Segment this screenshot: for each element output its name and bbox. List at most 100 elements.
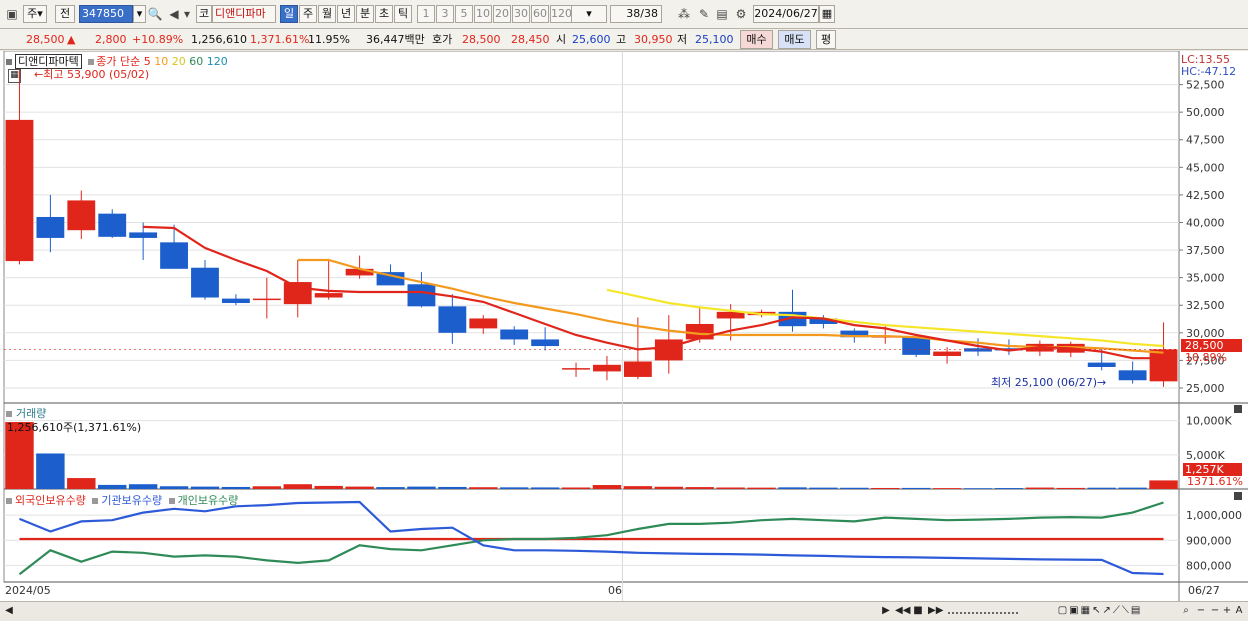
volume-bar <box>994 488 1024 489</box>
prev-button[interactable]: 전 <box>55 5 75 23</box>
eval-button[interactable]: 평 <box>816 30 836 49</box>
legend-ma60[interactable]: 60 <box>189 55 203 68</box>
holdings-marker-icon <box>168 498 175 504</box>
sell-button[interactable]: 매도 <box>778 30 811 49</box>
gear-icon[interactable]: ⚙ <box>733 5 749 23</box>
legend-ma20[interactable]: 20 <box>172 55 186 68</box>
minus-icon[interactable]: − <box>1210 604 1220 619</box>
scroll-left-icon[interactable]: ◀ <box>4 604 14 619</box>
turnover: 11.95% <box>308 33 350 46</box>
low-label: 저 <box>677 33 688 46</box>
count-display[interactable]: 38/38 <box>610 5 662 23</box>
hc-value: HC:-47.12 <box>1181 65 1237 78</box>
interval-button-7[interactable]: 120 <box>550 5 572 23</box>
drawing-tools[interactable]: ▢▣▦↖↗⟋⟍▤ <box>1025 604 1175 619</box>
candle-body <box>933 351 962 356</box>
price-tick-label: 42,500 <box>1186 189 1225 202</box>
bid-price-1: 28,500 <box>462 33 501 46</box>
volume-bar <box>407 486 436 489</box>
zoom-slider[interactable] <box>948 604 1018 614</box>
rewind-icon[interactable]: ◀◀ <box>895 604 910 619</box>
chart-area[interactable]: 52,500 50,000 47,500 45,000 42,500 40,000 37,5… <box>0 50 1248 601</box>
zoom-out-icon[interactable]: − <box>1196 604 1206 619</box>
max-price-text: 최고 53,900 (05/02) <box>43 68 150 81</box>
volume-bar <box>871 487 900 489</box>
candle-body <box>500 329 529 340</box>
date-axis-mid: 06 <box>608 584 622 597</box>
draw-tool-icon[interactable]: ✎ <box>696 5 712 23</box>
candle-body <box>1118 370 1147 381</box>
volume-bar <box>283 484 312 489</box>
unit-select[interactable]: ▾ <box>571 5 607 23</box>
volume-bar <box>716 487 745 489</box>
close-volume-pane-icon[interactable] <box>1234 405 1242 413</box>
timeframe-button-5[interactable]: 초 <box>375 5 393 23</box>
volume-bar <box>685 487 714 489</box>
overlay-icon[interactable]: ⁂ <box>676 5 692 23</box>
date-axis-right: 06/27 <box>1188 584 1220 597</box>
volume-tick-label: 10,000K <box>1186 415 1232 428</box>
stock-name-field[interactable]: 디앤디파마 <box>212 5 276 23</box>
candle-body <box>252 298 281 301</box>
candle-body <box>67 200 96 231</box>
period-select[interactable]: 주▾ <box>23 5 47 23</box>
chart-settings-icon[interactable]: ▣ <box>4 5 20 23</box>
calendar-marker-icon[interactable]: ▦ <box>8 69 21 83</box>
magnify-icon[interactable]: ⌕ <box>1180 604 1192 619</box>
chart-canvas[interactable]: 52,500 50,000 47,500 45,000 42,500 40,000 37,5… <box>0 50 1248 601</box>
search-icon[interactable]: 🔍 <box>147 5 163 23</box>
date-axis-left: 2024/05 <box>5 584 51 597</box>
save-icon[interactable]: ▤ <box>714 5 730 23</box>
volume-bar <box>932 488 962 489</box>
candle-body <box>221 298 250 304</box>
close-holdings-pane-icon[interactable] <box>1234 492 1242 500</box>
legend-foreign[interactable]: 외국인보유수량 <box>15 494 86 507</box>
interval-button-4[interactable]: 20 <box>493 5 511 23</box>
legend-ma10[interactable]: 10 <box>154 55 168 68</box>
volume-bar <box>159 486 189 489</box>
interval-button-6[interactable]: 60 <box>531 5 549 23</box>
volume-bar <box>438 486 467 489</box>
candle-body <box>283 282 312 305</box>
date-input[interactable]: 2024/06/27 <box>753 5 819 23</box>
candle-body <box>191 267 219 298</box>
holdings-tick-label: 800,000 <box>1186 559 1232 572</box>
stop-icon[interactable]: ■ <box>912 604 924 619</box>
interval-button-1[interactable]: 3 <box>436 5 454 23</box>
bid-label: 호가 <box>432 33 453 46</box>
code-input[interactable]: 347850 <box>79 5 133 23</box>
plus-icon[interactable]: + <box>1222 604 1232 619</box>
interval-button-2[interactable]: 5 <box>455 5 473 23</box>
code-dropdown[interactable]: ▾ <box>133 5 146 23</box>
price-tick-label: 40,000 <box>1186 216 1225 229</box>
calendar-icon[interactable]: ▦ <box>819 5 835 23</box>
candle-body <box>5 119 34 262</box>
buy-button[interactable]: 매수 <box>740 30 773 49</box>
timeframe-button-2[interactable]: 월 <box>318 5 336 23</box>
font-size-icon[interactable]: A <box>1234 604 1244 619</box>
volume-bar <box>809 487 838 489</box>
candle-body <box>98 213 127 237</box>
timeframe-button-3[interactable]: 년 <box>337 5 355 23</box>
interval-button-3[interactable]: 10 <box>474 5 492 23</box>
interval-button-0[interactable]: 1 <box>417 5 435 23</box>
candle-body <box>36 216 65 238</box>
candle-body <box>314 293 343 298</box>
speaker-icon[interactable]: ◀ <box>166 5 182 23</box>
volume-bar <box>592 485 622 489</box>
scroll-right-icon[interactable]: ▶ <box>880 604 892 619</box>
timeframe-button-1[interactable]: 주 <box>299 5 317 23</box>
legend-institution[interactable]: 기관보유수량 <box>101 494 162 507</box>
legend-ma120[interactable]: 120 <box>207 55 228 68</box>
timeframe-button-0[interactable]: 일 <box>280 5 298 23</box>
interval-button-5[interactable]: 30 <box>512 5 530 23</box>
candle-body <box>1149 349 1178 382</box>
price-tick-label: 32,500 <box>1186 299 1225 312</box>
timeframe-button-4[interactable]: 분 <box>356 5 374 23</box>
timeframe-button-6[interactable]: 틱 <box>394 5 412 23</box>
speaker-dropdown-icon[interactable]: ▾ <box>182 5 192 23</box>
fast-forward-icon[interactable]: ▶▶ <box>928 604 943 619</box>
open-price: 25,600 <box>572 33 611 46</box>
market-label[interactable]: 코 <box>196 5 212 23</box>
legend-individual[interactable]: 개인보유수량 <box>178 494 239 507</box>
